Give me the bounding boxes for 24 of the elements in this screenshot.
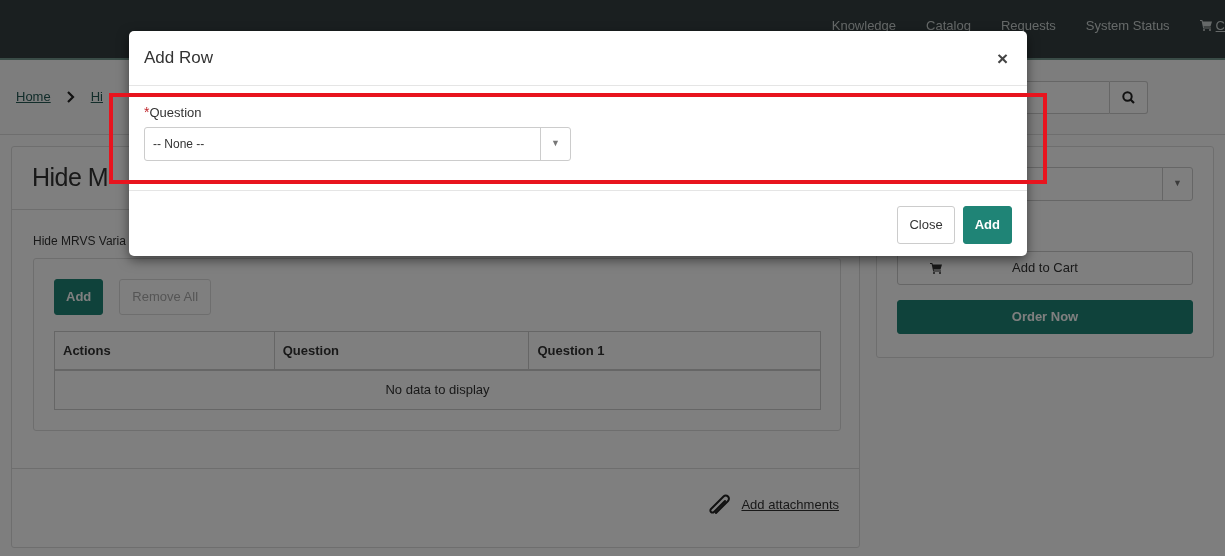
column-header: Question 1 xyxy=(528,331,821,370)
close-button[interactable]: × xyxy=(992,48,1012,68)
nav-link-text[interactable]: System Status xyxy=(1085,18,1170,58)
search-button[interactable] xyxy=(1110,80,1148,114)
chevron-icon xyxy=(66,91,75,103)
add-to-cart-button[interactable]: Add to Cart xyxy=(897,251,1193,285)
close-button[interactable]: Close xyxy=(897,206,955,244)
field-label: *Question xyxy=(144,103,203,122)
variable-label: Hide MRVS Varia xyxy=(33,233,127,250)
order-now-button[interactable]: Order Now xyxy=(897,300,1193,334)
breadcrumb-link[interactable]: Home xyxy=(16,87,51,107)
cart-icon xyxy=(1199,20,1212,31)
add-button[interactable]: Add xyxy=(962,206,1012,244)
add-attachments-link[interactable]: Add attachments xyxy=(707,493,839,516)
question-select[interactable]: -- None -- ▼ xyxy=(144,127,571,161)
column-header: Actions xyxy=(54,331,275,370)
column-header: Question xyxy=(274,331,529,370)
dialog-title: Add Row xyxy=(144,47,213,70)
search-icon xyxy=(1122,91,1135,105)
cart-icon xyxy=(930,262,942,274)
add-button[interactable]: Add xyxy=(54,279,104,315)
empty-message: No data to display xyxy=(54,370,821,409)
item-title: Hide M xyxy=(32,162,109,194)
breadcrumb-link[interactable]: Hi xyxy=(90,87,103,107)
